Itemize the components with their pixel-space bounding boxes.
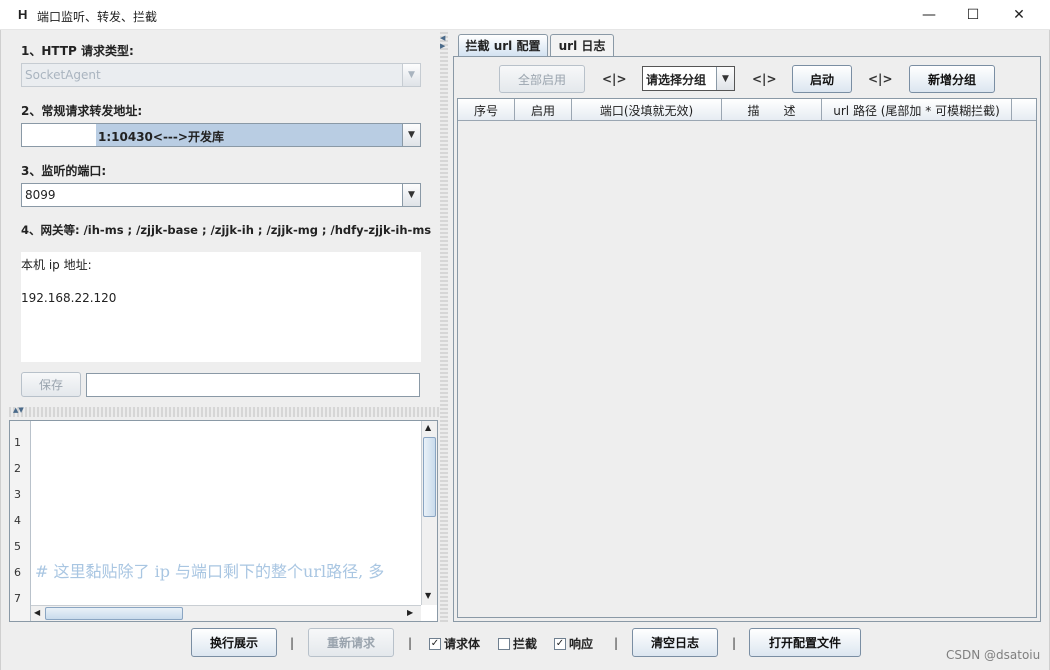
enable-all-button[interactable]: 全部启用: [499, 65, 585, 93]
chevron-down-icon: ▼: [402, 64, 420, 86]
tab-url-log[interactable]: url 日志: [550, 34, 614, 56]
scroll-right-icon[interactable]: ▶: [407, 608, 413, 617]
vertical-splitter[interactable]: ◀ ▶: [440, 30, 448, 622]
column-header-index[interactable]: 序号: [458, 99, 515, 121]
app-icon: H: [18, 7, 28, 22]
line-number: 3: [14, 488, 21, 501]
forward-address-label: 2、常规请求转发地址:: [21, 104, 143, 118]
request-type-label: 1、HTTP 请求类型:: [21, 44, 134, 58]
clear-log-button[interactable]: 清空日志: [632, 628, 718, 657]
request-body-checkbox[interactable]: ✓ 请求体: [429, 635, 480, 652]
line-number-gutter: 1 2 3 4 5 6 7: [10, 421, 31, 621]
split-arrows-icon[interactable]: ◀ ▶: [440, 34, 445, 50]
line-number: 6: [14, 566, 21, 579]
minimize-icon: —: [922, 7, 936, 23]
chevron-down-icon: ▼: [402, 184, 420, 206]
left-config-panel: 1、HTTP 请求类型: SocketAgent ▼ 2、常规请求转发地址: 1…: [1, 30, 439, 410]
maximize-button[interactable]: ☐: [950, 0, 996, 30]
local-ip-info-area: 本机 ip 地址: 192.168.22.120: [21, 252, 421, 362]
chevron-down-icon: ▼: [402, 124, 420, 146]
vertical-scrollbar[interactable]: ▲ ▼: [421, 421, 437, 605]
url-editor[interactable]: 1 2 3 4 5 6 7 # 这里黏贴除了 ip 与端口剩下的整个url路径,…: [9, 420, 438, 622]
intercept-config-panel: 全部启用 <|> 请选择分组 ▼ <|> 启动 <|> 新增分组 序号 启用 端…: [453, 56, 1041, 622]
response-label: 响应: [569, 637, 594, 651]
separator: <|>: [868, 72, 893, 86]
window-title: 端口监听、转发、拦截: [37, 10, 158, 24]
save-button[interactable]: 保存: [21, 372, 81, 397]
line-number: 7: [14, 592, 21, 605]
url-table: 序号 启用 端口(没填就无效) 描 述 url 路径 (尾部加 * 可模糊拦截): [457, 98, 1037, 618]
intercept-label: 拦截: [513, 637, 538, 651]
table-header: 序号 启用 端口(没填就无效) 描 述 url 路径 (尾部加 * 可模糊拦截): [458, 99, 1036, 121]
request-type-select[interactable]: SocketAgent ▼: [21, 63, 421, 87]
close-button[interactable]: ✕: [996, 0, 1042, 30]
watermark: CSDN @dsatoiu: [946, 648, 1041, 662]
close-icon: ✕: [1013, 7, 1025, 23]
gateway-label: 4、网关等: /ih-ms ; /zjjk-base ; /zjjk-ih ; …: [21, 223, 432, 237]
request-type-value: SocketAgent: [25, 68, 101, 82]
splitter-bar[interactable]: ▲▼: [9, 406, 441, 417]
group-select-value: 请选择分组: [646, 73, 707, 87]
chevron-down-icon: ▼: [716, 67, 734, 90]
local-ip-value: 192.168.22.120: [21, 291, 117, 305]
group-select[interactable]: 请选择分组 ▼: [642, 66, 735, 91]
forward-address-select[interactable]: 1:10430<--->开发库 ▼: [21, 123, 421, 147]
checkbox-checked-icon: ✓: [429, 637, 441, 650]
listen-port-select[interactable]: 8099 ▼: [21, 183, 421, 207]
request-body-label: 请求体: [444, 637, 481, 651]
column-header-port[interactable]: 端口(没填就无效): [572, 99, 722, 121]
editor-placeholder: # 这里黏贴除了 ip 与端口剩下的整个url路径, 多: [35, 562, 385, 581]
collapse-icon[interactable]: ▲▼: [13, 406, 24, 414]
title-bar: H 端口监听、转发、拦截 — ☐ ✕: [0, 0, 1050, 30]
line-number: 5: [14, 540, 21, 553]
save-name-input[interactable]: [86, 373, 420, 397]
scroll-up-icon[interactable]: ▲: [425, 423, 431, 432]
local-ip-label: 本机 ip 地址:: [21, 258, 92, 272]
line-number: 2: [14, 462, 21, 475]
minimize-button[interactable]: —: [906, 0, 952, 30]
checkbox-checked-icon: ✓: [554, 637, 566, 650]
scroll-down-icon[interactable]: ▼: [425, 591, 431, 600]
column-header-description[interactable]: 描 述: [722, 99, 822, 121]
redacted-region: [22, 124, 96, 146]
separator: <|>: [752, 72, 777, 86]
separator: |: [408, 636, 413, 650]
window-client: 1、HTTP 请求类型: SocketAgent ▼ 2、常规请求转发地址: 1…: [0, 30, 1050, 670]
vertical-scroll-thumb[interactable]: [423, 437, 436, 517]
separator: |: [290, 636, 295, 650]
horizontal-scrollbar[interactable]: ◀ ▶: [31, 605, 421, 621]
response-checkbox[interactable]: ✓ 响应: [554, 635, 593, 652]
scroll-left-icon[interactable]: ◀: [34, 608, 40, 617]
line-number: 1: [14, 436, 21, 449]
open-config-file-button[interactable]: 打开配置文件: [749, 628, 861, 657]
start-button[interactable]: 启动: [792, 65, 852, 93]
line-number: 4: [14, 514, 21, 527]
separator: |: [732, 636, 737, 650]
separator: |: [614, 636, 619, 650]
wrap-display-button[interactable]: 换行展示: [191, 628, 277, 657]
separator: <|>: [602, 72, 627, 86]
forward-address-value: 1:10430<--->开发库: [98, 130, 224, 144]
column-header-url-path[interactable]: url 路径 (尾部加 * 可模糊拦截): [822, 99, 1012, 121]
add-group-button[interactable]: 新增分组: [909, 65, 995, 93]
maximize-icon: ☐: [966, 7, 980, 23]
tab-intercept-config[interactable]: 拦截 url 配置: [458, 34, 548, 56]
checkbox-unchecked-icon: [498, 637, 510, 650]
resend-request-button[interactable]: 重新请求: [308, 628, 394, 657]
listen-port-value: 8099: [25, 188, 56, 202]
column-header-enabled[interactable]: 启用: [515, 99, 572, 121]
horizontal-scroll-thumb[interactable]: [45, 607, 183, 620]
listen-port-label: 3、监听的端口:: [21, 164, 107, 178]
intercept-checkbox[interactable]: 拦截: [498, 635, 537, 652]
